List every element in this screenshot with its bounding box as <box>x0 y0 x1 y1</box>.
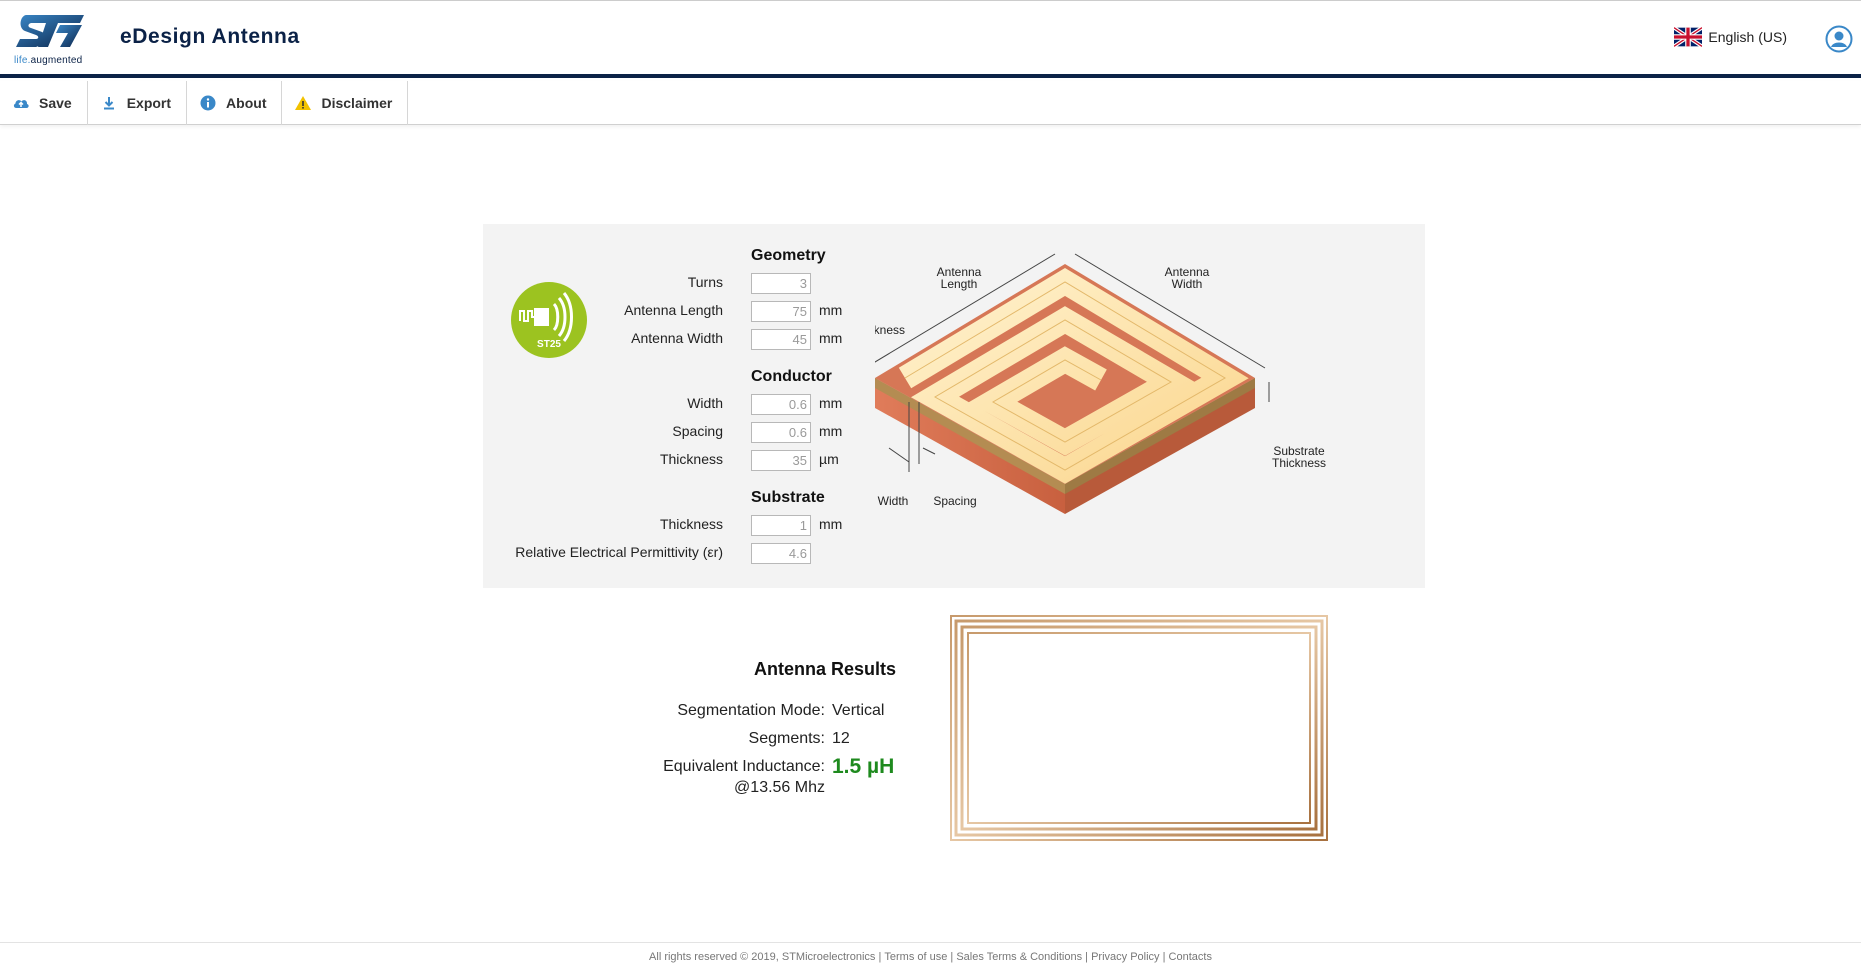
st25-nfc-logo: ST25 <box>511 282 587 358</box>
logo-tagline: life.augmented <box>14 55 83 66</box>
uk-flag-icon <box>1674 27 1703 47</box>
export-label: Export <box>126 95 172 111</box>
substrate-thickness-label: Thickness <box>659 516 723 532</box>
conductor-spacing-unit: mm <box>819 423 843 439</box>
disclaimer-button[interactable]: Disclaimer <box>282 81 409 125</box>
language-selector[interactable]: English (US) <box>1674 27 1787 47</box>
permittivity-input[interactable] <box>751 543 811 564</box>
save-button[interactable]: Save <box>0 81 88 125</box>
antenna-config-panel: ST25 Geometry Turns Antenna Length mm An… <box>483 224 1425 588</box>
thickness-dim-label: Thickness <box>875 323 905 337</box>
conductor-spacing-label: Spacing <box>672 423 723 439</box>
segmentation-mode-label: Segmentation Mode: <box>677 702 825 719</box>
segmentation-mode-value: Vertical <box>832 702 885 719</box>
footer-separator: | <box>1082 951 1092 963</box>
warning-icon <box>295 96 312 110</box>
substrate-thickness-unit: mm <box>819 516 843 532</box>
export-button[interactable]: Export <box>88 81 188 125</box>
substrate-title: Substrate <box>751 489 825 506</box>
footer: All rights reserved © 2019, STMicroelect… <box>0 942 1861 971</box>
antenna-width-unit: mm <box>819 330 843 346</box>
language-label: English (US) <box>1708 29 1787 45</box>
svg-text:Thickness: Thickness <box>1272 456 1326 470</box>
segments-value: 12 <box>832 730 850 747</box>
about-label: About <box>226 95 267 111</box>
about-button[interactable]: About <box>187 81 283 125</box>
user-account-icon[interactable] <box>1825 25 1853 53</box>
geometry-title: Geometry <box>751 247 826 264</box>
save-label: Save <box>39 95 72 111</box>
svg-text:Width: Width <box>1172 277 1203 291</box>
footer-separator: | <box>875 951 885 963</box>
antenna-length-unit: mm <box>819 302 843 318</box>
antenna-length-dim-line2: Length <box>941 277 978 291</box>
footer-contacts-link[interactable]: Contacts <box>1169 951 1212 963</box>
app-title: eDesign Antenna <box>120 25 300 48</box>
conductor-spacing-input[interactable] <box>751 422 811 443</box>
turns-input[interactable] <box>751 273 811 294</box>
antenna-width-dim-line2: Width <box>1172 277 1203 291</box>
antenna-length-input[interactable] <box>751 301 811 322</box>
inductance-frequency: @13.56 Mhz <box>734 779 825 796</box>
disclaimer-label: Disclaimer <box>321 95 393 111</box>
antenna-3d-diagram: Antenna Length Antenna Width Thickness S… <box>875 253 1326 514</box>
segments-label: Segments: <box>748 730 825 747</box>
antenna-coil-preview <box>950 615 1328 841</box>
substrate-thickness-dim-line2: Thickness <box>1272 456 1326 470</box>
info-icon <box>200 95 216 111</box>
panel-shadow <box>483 588 1425 614</box>
conductor-width-input[interactable] <box>751 394 811 415</box>
conductor-title: Conductor <box>751 368 832 385</box>
footer-copyright: All rights reserved © 2019, STMicroelect… <box>649 951 876 963</box>
footer-sales-link[interactable]: Sales Terms & Conditions <box>956 951 1082 963</box>
conductor-thickness-input[interactable] <box>751 450 811 471</box>
spacing-dim-label: Spacing <box>933 494 976 508</box>
substrate-thickness-input[interactable] <box>751 515 811 536</box>
svg-text:Length: Length <box>941 277 978 291</box>
results-title: Antenna Results <box>753 659 896 679</box>
permittivity-label: Relative Electrical Permittivity (εr) <box>515 544 723 560</box>
conductor-width-unit: mm <box>819 395 843 411</box>
app-header: life.augmented eDesign Antenna English (… <box>0 0 1861 78</box>
footer-terms-link[interactable]: Terms of use <box>884 951 947 963</box>
conductor-thickness-label: Thickness <box>659 451 723 467</box>
inductance-value: 1.5 µH <box>832 755 895 778</box>
footer-separator: | <box>947 951 957 963</box>
footer-privacy-link[interactable]: Privacy Policy <box>1091 951 1159 963</box>
footer-separator: | <box>1159 951 1169 963</box>
download-icon <box>103 97 114 110</box>
antenna-width-label: Antenna Width <box>631 330 723 346</box>
toolbar: Save Export About Disclaimer <box>0 81 1861 125</box>
conductor-width-label: Width <box>687 395 723 411</box>
antenna-length-label: Antenna Length <box>624 302 723 318</box>
inductance-label: Equivalent Inductance: <box>663 758 825 775</box>
cloud-upload-icon <box>13 100 29 108</box>
conductor-thickness-unit: µm <box>819 451 839 467</box>
antenna-width-input[interactable] <box>751 329 811 350</box>
width-dim-label: Width <box>878 494 909 508</box>
turns-label: Turns <box>687 274 723 290</box>
